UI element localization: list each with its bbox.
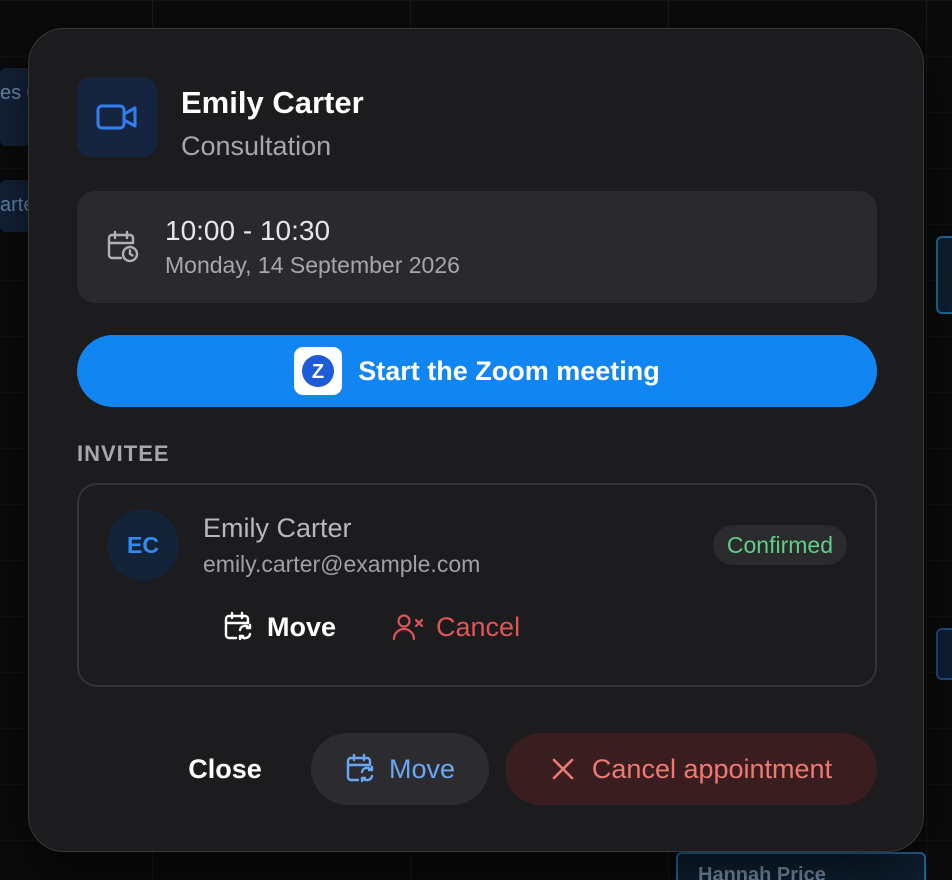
zoom-logo-icon: Z (294, 347, 343, 395)
close-icon (552, 758, 574, 780)
invitee-actions: Move Cancel (223, 611, 520, 643)
move-appointment-button[interactable]: Move (311, 733, 489, 805)
user-remove-icon (392, 614, 424, 641)
cancel-appointment-button[interactable]: Cancel appointment (505, 733, 877, 805)
status-badge: Confirmed (712, 525, 847, 565)
appointment-modal: Emily Carter Consultation 10:00 - 10:30 … (28, 28, 924, 852)
appointment-type: Consultation (181, 131, 332, 161)
zoom-logo-letter: Z (312, 361, 324, 383)
start-zoom-meeting-label: Start the Zoom meeting (358, 355, 660, 386)
start-zoom-meeting-button[interactable]: Z Start the Zoom meeting (77, 335, 877, 407)
invitee-cancel-button[interactable]: Cancel (392, 611, 520, 643)
cancel-appointment-label: Cancel appointment (591, 753, 833, 784)
avatar: EC (107, 509, 179, 581)
invitee-email: emily.carter@example.com (203, 551, 481, 577)
appointment-title: Emily Carter (181, 85, 364, 120)
invitee-section-label: INVITEE (77, 441, 170, 466)
appointment-date: Monday, 14 September 2026 (165, 252, 460, 278)
calendar-move-icon (224, 611, 252, 641)
modal-footer: Close Move Cancel appointment (29, 733, 925, 805)
background-event-chip (936, 628, 952, 680)
invitee-name: Emily Carter (203, 513, 352, 543)
background-event-chip (936, 236, 952, 314)
background-event-chip: es 09 (0, 68, 30, 146)
appointment-time-range: 10:00 - 10:30 (165, 215, 331, 246)
invitee-card: EC Emily Carter emily.carter@example.com… (77, 483, 877, 687)
invitee-move-button[interactable]: Move (223, 611, 336, 643)
invitee-cancel-label: Cancel (436, 611, 521, 642)
invitee-move-label: Move (267, 611, 337, 642)
background-event-chip: arte (0, 180, 30, 232)
appointment-header: Emily Carter Consultation (77, 77, 364, 163)
move-appointment-label: Move (388, 753, 456, 784)
calendar-move-icon (346, 753, 374, 783)
appointment-time-card: 10:00 - 10:30 Monday, 14 September 2026 (77, 191, 877, 303)
close-button[interactable]: Close (175, 733, 275, 805)
background-event-chip: Hannah Price (676, 852, 926, 880)
calendar-clock-icon (107, 230, 139, 263)
video-camera-icon (77, 77, 157, 157)
